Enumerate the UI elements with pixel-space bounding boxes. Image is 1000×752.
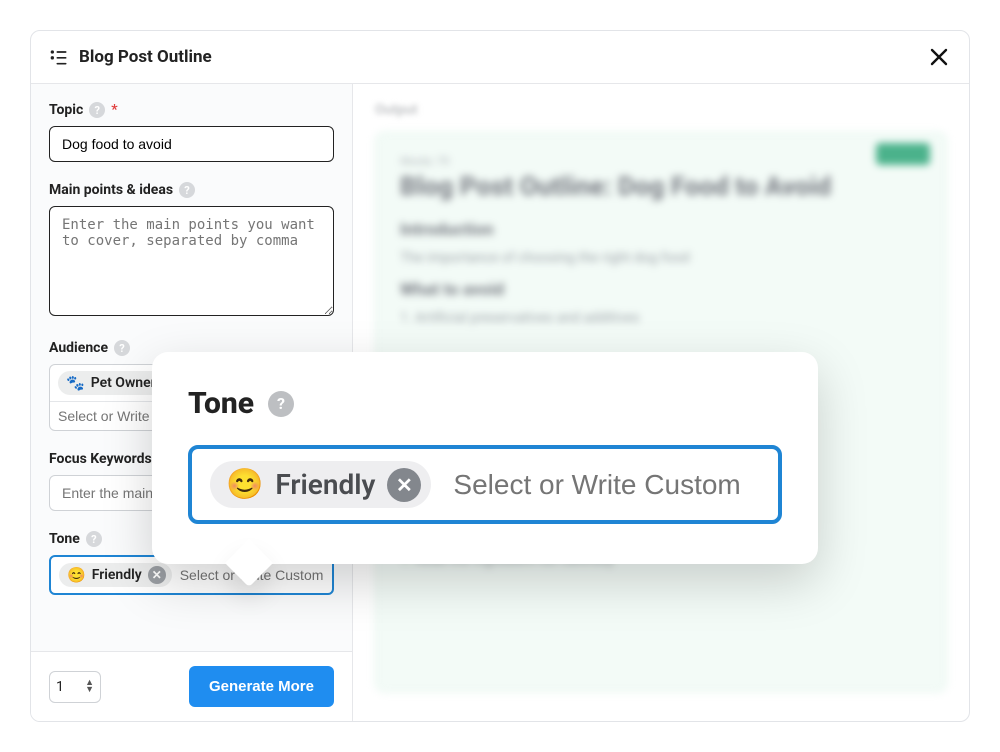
paw-icon: 🐾	[66, 374, 85, 392]
help-icon[interactable]: ?	[179, 182, 195, 198]
stepper-arrows-icon[interactable]: ▲▼	[85, 680, 94, 694]
tone-popover: Tone ? 😊 Friendly ✕	[152, 352, 818, 564]
remove-chip-icon[interactable]: ✕	[148, 566, 166, 584]
output-title: Blog Post Outline: Dog Food to Avoid	[400, 172, 922, 202]
help-icon[interactable]: ?	[268, 391, 294, 417]
topic-input[interactable]	[49, 126, 334, 162]
audience-label: Audience	[49, 340, 108, 356]
topic-label: Topic	[49, 102, 83, 118]
output-heading: Introduction	[400, 220, 922, 240]
required-star: *	[111, 102, 117, 118]
points-label: Main points & ideas	[49, 182, 173, 198]
modal-title: Blog Post Outline	[79, 47, 927, 67]
smile-icon: 😊	[67, 566, 86, 584]
remove-chip-icon[interactable]: ✕	[387, 468, 421, 502]
count-stepper[interactable]: 1 ▲▼	[49, 671, 101, 703]
popover-tone-input[interactable]: 😊 Friendly ✕	[188, 445, 782, 524]
points-field: Main points & ideas ?	[49, 182, 334, 320]
help-icon[interactable]: ?	[89, 102, 105, 118]
tone-chip[interactable]: 😊 Friendly ✕	[59, 563, 172, 587]
outline-icon	[49, 47, 69, 67]
popover-chip[interactable]: 😊 Friendly ✕	[210, 461, 431, 508]
help-icon[interactable]: ?	[114, 340, 130, 356]
output-meta: Words: 79	[400, 155, 922, 168]
popover-placeholder[interactable]	[453, 469, 814, 501]
smile-icon: 😊	[226, 467, 263, 502]
keywords-label: Focus Keywords	[49, 451, 152, 467]
tone-chip-label: Friendly	[92, 567, 142, 583]
output-line: 1. Artificial preservatives and additive…	[400, 310, 922, 326]
copy-button[interactable]	[876, 143, 930, 165]
tone-placeholder[interactable]	[180, 567, 361, 583]
topic-field: Topic ? *	[49, 102, 334, 162]
generate-button[interactable]: Generate More	[189, 666, 334, 707]
output-heading: What to avoid	[400, 280, 922, 300]
modal-header: Blog Post Outline	[31, 31, 969, 84]
close-icon[interactable]	[927, 45, 951, 69]
count-value: 1	[56, 679, 64, 695]
points-textarea[interactable]	[49, 206, 334, 316]
popover-chip-label: Friendly	[275, 468, 375, 501]
output-line: The importance of choosing the right dog…	[400, 250, 922, 266]
popover-heading: Tone	[188, 386, 254, 421]
output-label: Output	[375, 102, 947, 118]
sidebar-footer: 1 ▲▼ Generate More	[31, 651, 352, 721]
tone-label: Tone	[49, 531, 80, 547]
help-icon[interactable]: ?	[86, 531, 102, 547]
